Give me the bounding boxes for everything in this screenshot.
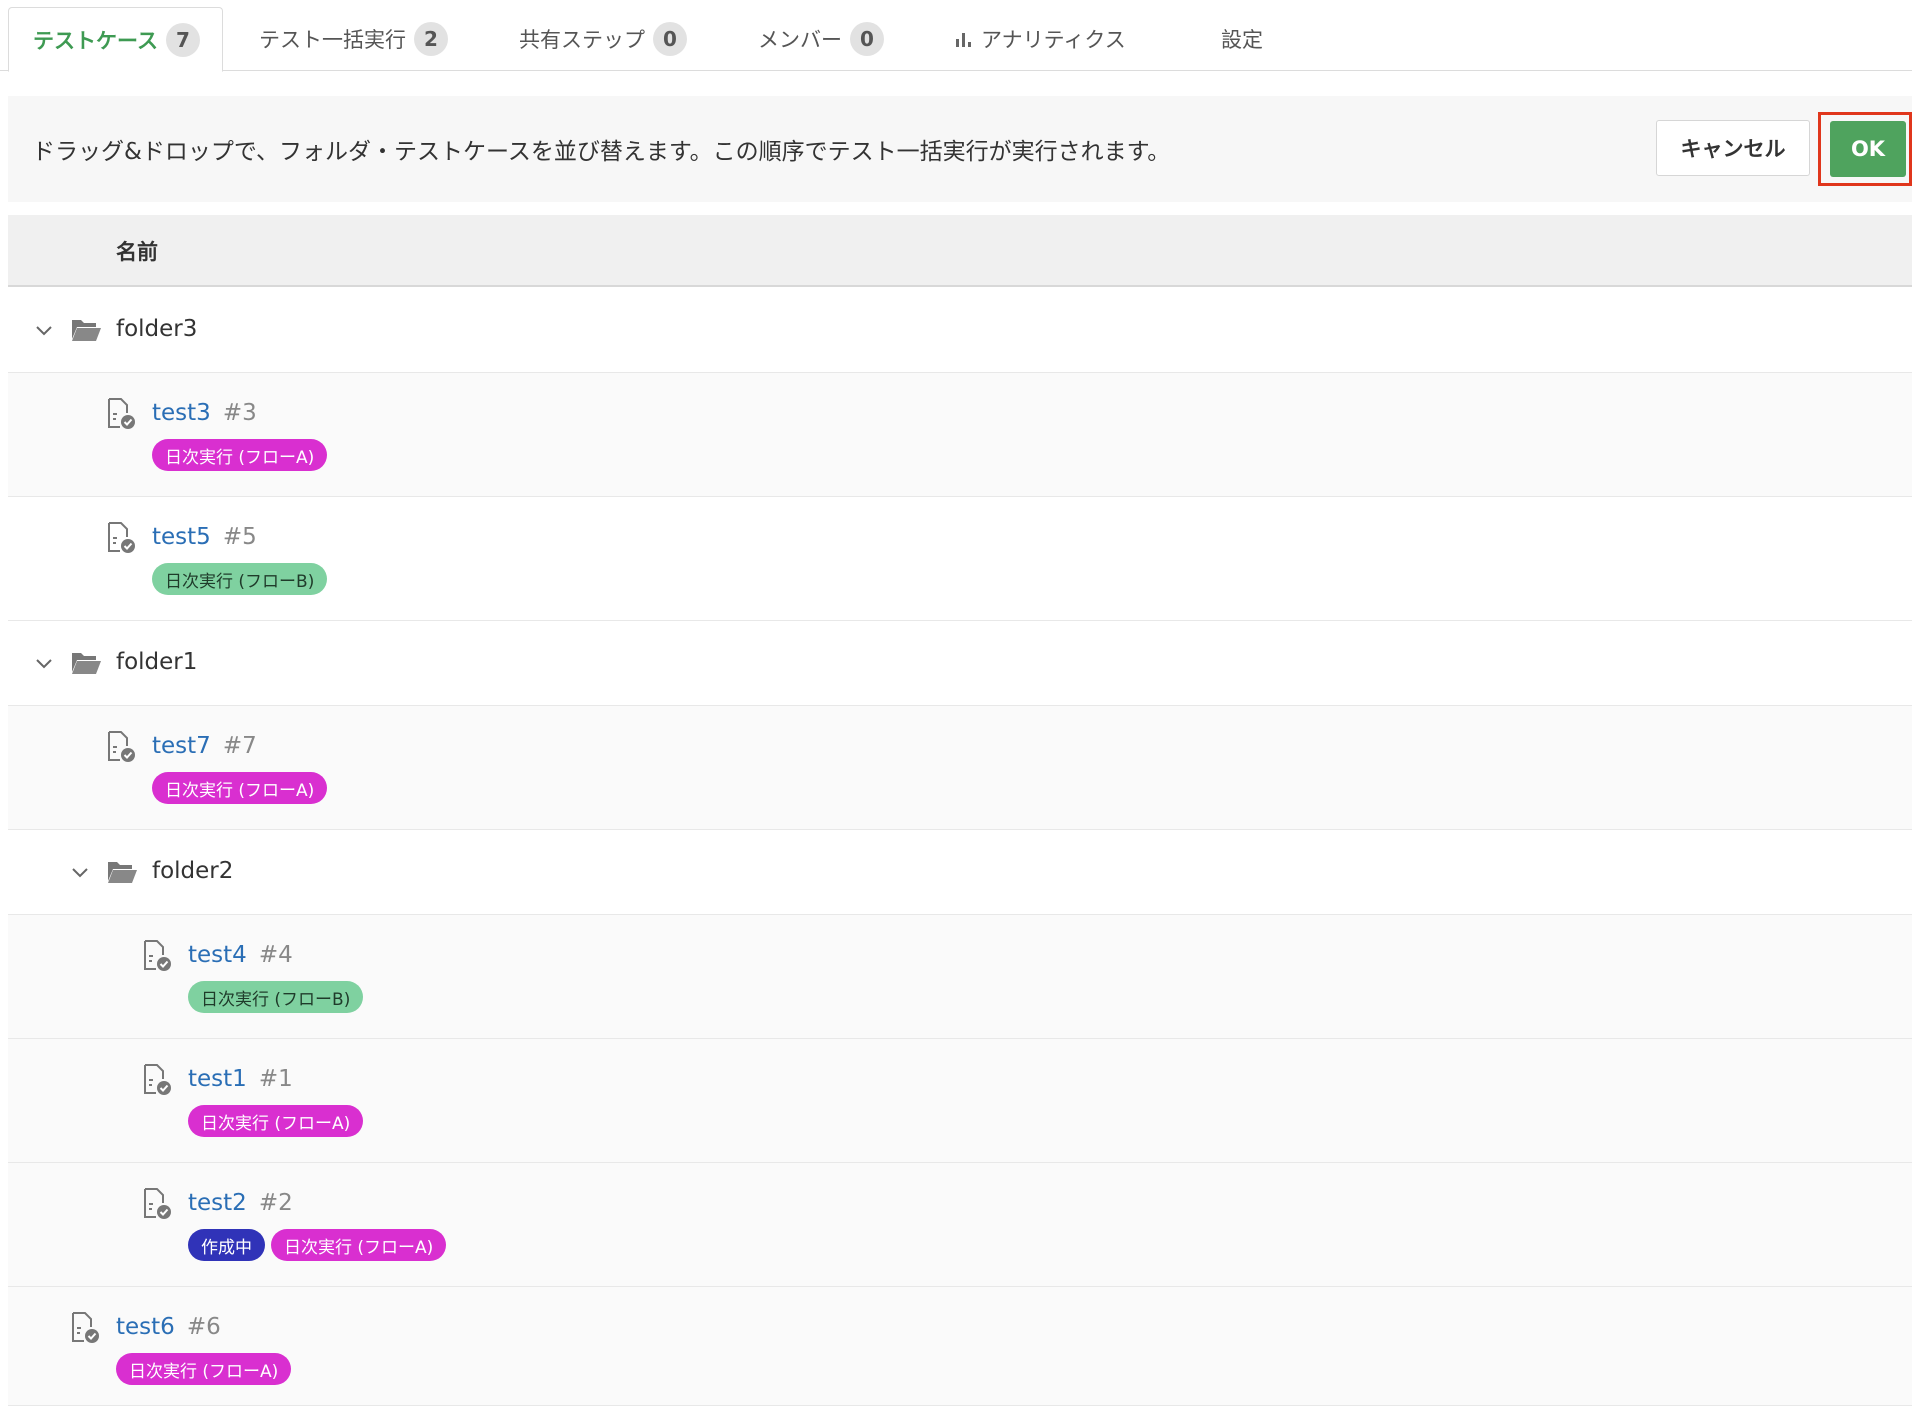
tab-label: 共有ステップ [519,28,645,52]
test-case-title: test2 #2 [188,1190,293,1216]
test-case-row[interactable]: test4 #4 日次実行 (フローB) [8,915,1912,1039]
test-case-title: test4 #4 [188,942,293,968]
label-list: 日次実行 (フローA) [188,1105,364,1137]
column-header-name: 名前 [116,240,158,264]
reorder-message: ドラッグ&ドロップで、フォルダ・テストケースを並び替えます。この順序でテスト一括… [32,139,1171,165]
folder-open-icon [72,653,101,674]
test-case-number: #5 [222,524,257,550]
tab-label: メンバー [758,28,842,52]
folder-open-icon [72,320,101,341]
test-case-link[interactable]: test1 [188,1066,247,1092]
tab-label: テスト一括実行 [259,28,406,52]
folder-row[interactable]: folder3 [8,288,1912,373]
label-list: 日次実行 (フローA) [152,772,328,804]
folder-name[interactable]: folder1 [116,649,197,675]
chevron-down-icon[interactable] [34,320,54,340]
label-badge: 日次実行 (フローA) [152,772,328,804]
folder-open-icon [108,862,137,883]
test-case-number: #3 [222,400,257,426]
test-case-icon [144,940,171,971]
label-badge: 作成中 [188,1229,265,1261]
cancel-button[interactable]: キャンセル [1656,120,1810,176]
test-case-row[interactable]: test1 #1 日次実行 (フローA) [8,1039,1912,1163]
test-case-number: #4 [258,942,293,968]
test-case-number: #6 [186,1314,221,1340]
count-badge: 0 [653,22,687,56]
test-case-icon [108,731,135,762]
folder-name[interactable]: folder3 [116,316,197,342]
label-list: 日次実行 (フローB) [152,563,328,595]
label-badge: 日次実行 (フローB) [188,981,364,1013]
label-list: 作成中 日次実行 (フローA) [188,1229,447,1261]
tab-label: アナリティクス [981,28,1126,52]
test-case-link[interactable]: test5 [152,524,211,550]
bar-chart-icon [956,31,971,47]
test-case-icon [144,1064,171,1095]
test-case-title: test5 #5 [152,524,257,550]
test-case-icon [108,522,135,553]
chevron-down-icon[interactable] [70,862,90,882]
tab-label: テストケース [33,28,158,53]
test-case-link[interactable]: test3 [152,400,211,426]
test-case-row[interactable]: test6 #6 日次実行 (フローA) [8,1287,1912,1406]
chevron-down-icon[interactable] [34,653,54,673]
test-case-link[interactable]: test2 [188,1190,247,1216]
test-case-row[interactable]: test3 #3 日次実行 (フローA) [8,373,1912,497]
label-list: 日次実行 (フローB) [188,981,364,1013]
label-list: 日次実行 (フローA) [116,1353,292,1385]
count-badge: 7 [165,22,200,57]
test-case-title: test7 #7 [152,733,257,759]
label-list: 日次実行 (フローA) [152,439,328,471]
label-badge: 日次実行 (フローA) [116,1353,292,1385]
test-case-row[interactable]: test5 #5 日次実行 (フローB) [8,497,1912,621]
test-case-title: test3 #3 [152,400,257,426]
test-case-number: #7 [222,733,257,759]
folder-name[interactable]: folder2 [152,858,233,884]
tab-settings[interactable]: 設定 [1221,7,1263,71]
tab-test-cases[interactable]: テストケース 7 [8,7,223,72]
tab-label: 設定 [1221,28,1263,52]
test-case-link[interactable]: test7 [152,733,211,759]
tab-bar: テストケース 7 テスト一括実行 2 共有ステップ 0 メンバー 0 アナリティ… [0,0,1912,72]
test-case-link[interactable]: test4 [188,942,247,968]
label-badge: 日次実行 (フローA) [188,1105,364,1137]
table-header: 名前 [8,215,1912,287]
count-badge: 2 [414,22,448,56]
count-badge: 0 [850,22,884,56]
test-case-row[interactable]: test2 #2 作成中 日次実行 (フローA) [8,1163,1912,1287]
tab-bulk-run[interactable]: テスト一括実行 2 [259,7,448,71]
tab-shared-steps[interactable]: 共有ステップ 0 [519,7,687,71]
test-case-title: test6 #6 [116,1314,221,1340]
ok-button[interactable]: OK [1830,121,1906,177]
folder-row[interactable]: folder2 [8,830,1912,915]
label-badge: 日次実行 (フローA) [152,439,328,471]
label-badge: 日次実行 (フローB) [152,563,328,595]
tab-members[interactable]: メンバー 0 [758,7,884,71]
test-case-number: #1 [258,1066,293,1092]
tab-analytics[interactable]: アナリティクス [956,7,1126,71]
test-case-link[interactable]: test6 [116,1314,175,1340]
reorder-info-bar: ドラッグ&ドロップで、フォルダ・テストケースを並び替えます。この順序でテスト一括… [8,96,1912,202]
label-badge: 日次実行 (フローA) [271,1229,447,1261]
test-case-row[interactable]: test7 #7 日次実行 (フローA) [8,706,1912,830]
test-case-title: test1 #1 [188,1066,293,1092]
test-case-icon [108,398,135,429]
test-case-icon [72,1312,99,1343]
test-case-number: #2 [258,1190,293,1216]
folder-row[interactable]: folder1 [8,621,1912,706]
test-case-icon [144,1188,171,1219]
